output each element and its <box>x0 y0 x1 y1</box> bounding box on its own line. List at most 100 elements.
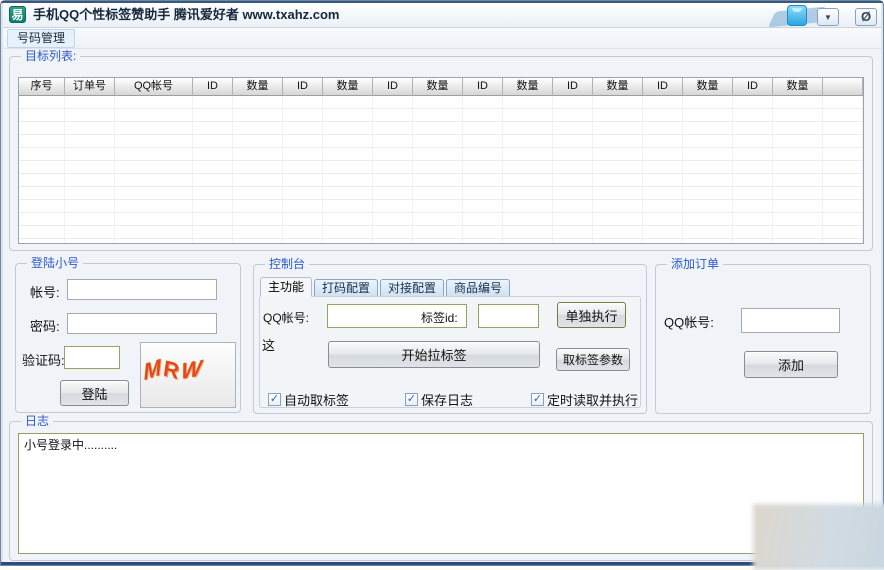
table-row[interactable] <box>19 187 863 200</box>
table-row[interactable] <box>19 213 863 226</box>
captcha-input[interactable] <box>64 346 120 369</box>
table-cell <box>683 161 733 174</box>
table-cell <box>593 109 643 122</box>
table-row[interactable] <box>19 226 863 239</box>
tab-打码配置[interactable]: 打码配置 <box>314 279 378 297</box>
column-header-13[interactable]: ID <box>643 78 683 96</box>
column-header-6[interactable]: 数量 <box>323 78 373 96</box>
table-cell <box>65 161 115 174</box>
tab-主功能[interactable]: 主功能 <box>260 277 312 297</box>
table-cell <box>553 200 593 213</box>
checkbox-2[interactable]: ✓定时读取并执行 <box>531 390 638 409</box>
minimize-button[interactable]: ▼ <box>817 8 839 26</box>
column-header-9[interactable]: ID <box>463 78 503 96</box>
table-cell <box>115 96 193 109</box>
tag-id-input[interactable] <box>478 304 539 328</box>
table-cell <box>233 148 283 161</box>
captcha-glyph: W <box>180 355 202 385</box>
table-row[interactable] <box>19 122 863 135</box>
table-cell <box>553 187 593 200</box>
log-group: 日志 小号登录中.......... <box>9 421 873 561</box>
title-bar[interactable]: 易 手机QQ个性标签赞助手 腾讯爱好者 www.txahz.com ▼ Ø <box>3 3 881 28</box>
log-textarea[interactable]: 小号登录中.......... <box>18 433 864 554</box>
column-header-5[interactable]: ID <box>283 78 323 96</box>
column-header-0[interactable]: 序号 <box>19 78 65 96</box>
table-cell <box>643 122 683 135</box>
captcha-glyph: R <box>163 355 179 386</box>
table-cell <box>323 148 373 161</box>
table-cell <box>773 96 823 109</box>
table-cell <box>773 187 823 200</box>
table-cell <box>19 174 65 187</box>
table-cell <box>463 174 503 187</box>
login-button[interactable]: 登陆 <box>60 380 129 406</box>
get-tag-params-button[interactable]: 取标签参数 <box>556 348 630 371</box>
add-button[interactable]: 添加 <box>744 351 838 378</box>
menu-item-number-management[interactable]: 号码管理 <box>7 29 75 48</box>
checkbox-1[interactable]: ✓保存日志 <box>405 390 473 409</box>
table-cell <box>773 226 823 239</box>
table-cell <box>593 226 643 239</box>
table-cell <box>413 226 463 239</box>
table-row[interactable] <box>19 148 863 161</box>
tab-商品编号[interactable]: 商品编号 <box>446 279 510 297</box>
table-cell <box>193 174 233 187</box>
column-header-3[interactable]: ID <box>193 78 233 96</box>
column-header-4[interactable]: 数量 <box>233 78 283 96</box>
table-cell <box>503 226 553 239</box>
table-cell <box>773 161 823 174</box>
table-cell <box>733 174 773 187</box>
table-cell <box>733 213 773 226</box>
console-group-label: 控制台 <box>265 257 309 271</box>
table-cell <box>373 148 413 161</box>
column-header-15[interactable]: ID <box>733 78 773 96</box>
login-group: 登陆小号 帐号: 密码: 验证码: MRW 登陆 <box>15 263 241 413</box>
table-cell <box>283 174 323 187</box>
single-run-button[interactable]: 单独执行 <box>557 302 626 328</box>
column-header-2[interactable]: QQ帐号 <box>115 78 193 96</box>
target-list-table[interactable]: 序号订单号QQ帐号ID数量ID数量ID数量ID数量ID数量ID数量ID数量 <box>18 77 864 244</box>
start-pull-tags-button[interactable]: 开始拉标签 <box>328 341 540 368</box>
table-cell <box>65 239 115 244</box>
table-cell <box>773 174 823 187</box>
blurred-overlay-patch <box>753 504 884 570</box>
checkbox-box-icon[interactable]: ✓ <box>268 393 281 406</box>
table-row[interactable] <box>19 239 863 244</box>
table-cell <box>283 109 323 122</box>
table-cell <box>823 148 863 161</box>
add-order-group: 添加订单 QQ帐号: 添加 <box>655 264 871 414</box>
table-cell <box>683 239 733 244</box>
table-row[interactable] <box>19 161 863 174</box>
tab-对接配置[interactable]: 对接配置 <box>380 279 444 297</box>
table-cell <box>593 187 643 200</box>
table-row[interactable] <box>19 200 863 213</box>
table-row[interactable] <box>19 135 863 148</box>
table-cell <box>463 96 503 109</box>
table-row[interactable] <box>19 109 863 122</box>
table-cell <box>115 161 193 174</box>
column-header-12[interactable]: 数量 <box>593 78 643 96</box>
checkbox-box-icon[interactable]: ✓ <box>405 393 418 406</box>
column-header-7[interactable]: ID <box>373 78 413 96</box>
captcha-image[interactable]: MRW <box>140 342 236 408</box>
password-input[interactable] <box>67 313 217 334</box>
column-header-10[interactable]: 数量 <box>503 78 553 96</box>
account-input[interactable] <box>67 279 217 300</box>
table-cell <box>463 148 503 161</box>
close-button[interactable]: Ø <box>855 8 877 26</box>
table-row[interactable] <box>19 174 863 187</box>
column-header-14[interactable]: 数量 <box>683 78 733 96</box>
table-cell <box>65 109 115 122</box>
table-cell <box>115 200 193 213</box>
column-header-1[interactable]: 订单号 <box>65 78 115 96</box>
column-header-16[interactable]: 数量 <box>773 78 823 96</box>
console-group: 控制台 主功能打码配置对接配置商品编号 QQ帐号: 标签id: 单独执行 这 开… <box>253 264 647 414</box>
table-row[interactable] <box>19 96 863 109</box>
column-header-8[interactable]: 数量 <box>413 78 463 96</box>
checkbox-box-icon[interactable]: ✓ <box>531 393 544 406</box>
table-cell <box>553 109 593 122</box>
add-order-qq-input[interactable] <box>741 308 840 333</box>
checkbox-0[interactable]: ✓自动取标签 <box>268 390 349 409</box>
app-window: 易 手机QQ个性标签赞助手 腾讯爱好者 www.txahz.com ▼ Ø 号码… <box>0 0 884 566</box>
column-header-11[interactable]: ID <box>553 78 593 96</box>
